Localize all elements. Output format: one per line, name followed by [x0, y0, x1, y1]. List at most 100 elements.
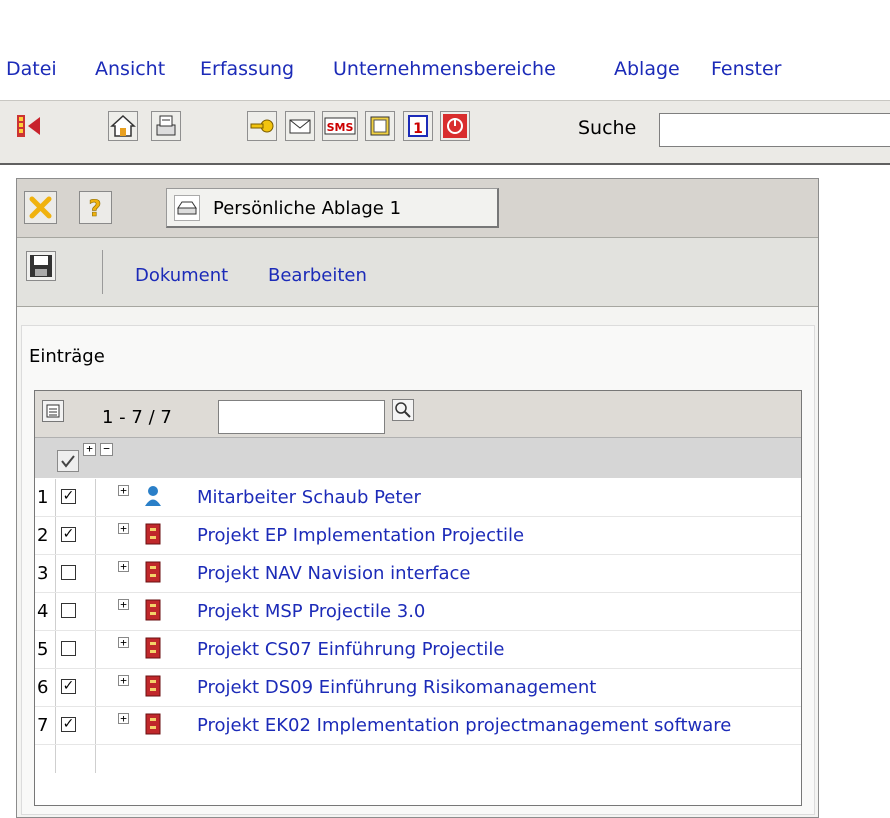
menu-unternehmensbereiche[interactable]: Unternehmensbereiche	[333, 58, 556, 80]
list-item[interactable]: 4 + Projekt MSP Projectile 3.0	[35, 593, 801, 631]
calendar-icon[interactable]: 1	[403, 111, 433, 141]
save-icon[interactable]	[26, 251, 56, 281]
sms-icon[interactable]: SMS	[322, 111, 358, 141]
row-number-cell: 7	[35, 707, 56, 773]
row-number-cell: 4	[35, 593, 56, 631]
expand-icon[interactable]: +	[118, 599, 129, 610]
expand-icon[interactable]: +	[118, 523, 129, 534]
notes-icon[interactable]	[365, 111, 395, 141]
list-item[interactable]: 2 ✓ + Projekt EP Implementation Projectile	[35, 517, 801, 555]
entries-count: 1 - 7 / 7	[102, 407, 172, 428]
window-titlebar: ? Persönliche Ablage 1	[17, 179, 818, 238]
row-checkbox[interactable]	[61, 603, 76, 618]
expand-icon[interactable]: +	[118, 637, 129, 648]
tab-persoenliche-ablage[interactable]: Persönliche Ablage 1	[166, 188, 499, 228]
power-icon[interactable]	[440, 111, 470, 141]
document-window: ? Persönliche Ablage 1 Dokument Bearbeit…	[16, 178, 819, 818]
row-number: 1	[37, 487, 49, 508]
command-separator	[102, 250, 103, 294]
project-binder-icon	[143, 637, 163, 659]
row-select-cell: ✓	[56, 669, 96, 707]
person-icon	[143, 485, 163, 507]
expand-icon[interactable]: +	[118, 713, 129, 724]
row-number-cell: 2	[35, 517, 56, 555]
row-divider	[35, 744, 801, 745]
entry-link[interactable]: Projekt MSP Projectile 3.0	[197, 601, 425, 622]
row-checkbox[interactable]	[61, 565, 76, 580]
collapse-all-icon[interactable]: −	[100, 443, 113, 456]
expand-all-icon[interactable]: +	[83, 443, 96, 456]
toolbar: SMS 1 Suche	[0, 100, 890, 165]
list-menu-icon[interactable]	[42, 400, 64, 422]
project-binder-icon	[143, 599, 163, 621]
expand-icon[interactable]: +	[118, 561, 129, 572]
svg-text:SMS: SMS	[327, 121, 354, 134]
row-select-cell: ✓	[56, 707, 96, 773]
print-icon[interactable]	[151, 111, 181, 141]
entries-title: Einträge	[29, 346, 105, 367]
list-item[interactable]: 6 ✓ + Projekt DS09 Einführung Risikomanagem…	[35, 669, 801, 707]
menu-bearbeiten[interactable]: Bearbeiten	[268, 265, 367, 286]
entries-panel: Einträge 1 - 7 / 7 + − 1✓+Mitarbeiter	[21, 325, 815, 815]
row-checkbox[interactable]: ✓	[61, 489, 76, 504]
row-number: 5	[37, 639, 49, 660]
tab-label: Persönliche Ablage 1	[213, 198, 402, 219]
row-select-cell	[56, 593, 96, 631]
row-number-cell: 3	[35, 555, 56, 593]
command-bar: Dokument Bearbeiten	[17, 238, 818, 307]
list-item[interactable]: 3 + Projekt NAV Navision interface	[35, 555, 801, 593]
svg-text:?: ?	[89, 197, 102, 222]
svg-text:1: 1	[413, 121, 423, 137]
menu-fenster[interactable]: Fenster	[711, 58, 781, 80]
row-checkbox[interactable]: ✓	[61, 527, 76, 542]
mail-icon[interactable]	[285, 111, 315, 141]
filter-input[interactable]	[218, 400, 385, 434]
entry-link[interactable]: Mitarbeiter Schaub Peter	[197, 487, 421, 508]
row-select-cell	[56, 555, 96, 593]
project-binder-icon	[143, 675, 163, 697]
expand-icon[interactable]: +	[118, 485, 129, 496]
expand-icon[interactable]: +	[118, 675, 129, 686]
search-label: Suche	[578, 117, 637, 139]
row-checkbox[interactable]: ✓	[61, 717, 76, 732]
help-icon[interactable]: ?	[79, 191, 112, 224]
column-header: + −	[35, 438, 801, 478]
row-checkbox[interactable]	[61, 641, 76, 656]
row-select-cell: ✓	[56, 479, 96, 517]
list-item[interactable]: 1 ✓ + Mitarbeiter Schaub Peter	[35, 479, 801, 517]
entry-link[interactable]: Projekt CS07 Einführung Projectile	[197, 639, 504, 660]
home-icon[interactable]	[108, 111, 138, 141]
tray-icon	[174, 195, 200, 221]
row-number-cell: 6	[35, 669, 56, 707]
search-icon[interactable]	[392, 399, 414, 421]
menu-ablage[interactable]: Ablage	[614, 58, 680, 80]
select-all-checkbox[interactable]	[57, 450, 79, 472]
list-item[interactable]: 5 + Projekt CS07 Einführung Projectile	[35, 631, 801, 669]
list-item[interactable]: 7 ✓ + Projekt EK02 Implementation projectma…	[35, 707, 801, 773]
project-binder-icon	[143, 523, 163, 545]
row-number: 7	[37, 715, 49, 736]
entries-grid: 1 - 7 / 7 + − 1 ✓ + Mitarbeiter Schaub Pete…	[34, 390, 802, 806]
row-number: 3	[37, 563, 49, 584]
menu-dokument[interactable]: Dokument	[135, 265, 228, 286]
row-number-cell: 5	[35, 631, 56, 669]
menu-datei[interactable]: Datei	[6, 58, 57, 80]
menu-bar: Datei Ansicht Erfassung Unternehmensbere…	[0, 52, 890, 92]
grid-header: 1 - 7 / 7	[35, 391, 801, 438]
entry-link[interactable]: Projekt EP Implementation Projectile	[197, 525, 524, 546]
project-binder-icon	[143, 561, 163, 583]
key-icon[interactable]	[247, 111, 277, 141]
project-binder-icon	[143, 713, 163, 735]
entry-link[interactable]: Projekt NAV Navision interface	[197, 563, 470, 584]
entry-link[interactable]: Projekt DS09 Einführung Risikomanagement	[197, 677, 596, 698]
row-number-cell: 1	[35, 479, 56, 517]
row-checkbox[interactable]: ✓	[61, 679, 76, 694]
search-input[interactable]	[659, 113, 890, 147]
close-icon[interactable]	[24, 191, 57, 224]
menu-erfassung[interactable]: Erfassung	[200, 58, 294, 80]
row-select-cell	[56, 631, 96, 669]
row-number: 2	[37, 525, 49, 546]
entry-link[interactable]: Projekt EK02 Implementation projectmanag…	[197, 712, 787, 740]
exit-icon[interactable]	[14, 111, 44, 141]
menu-ansicht[interactable]: Ansicht	[95, 58, 165, 80]
